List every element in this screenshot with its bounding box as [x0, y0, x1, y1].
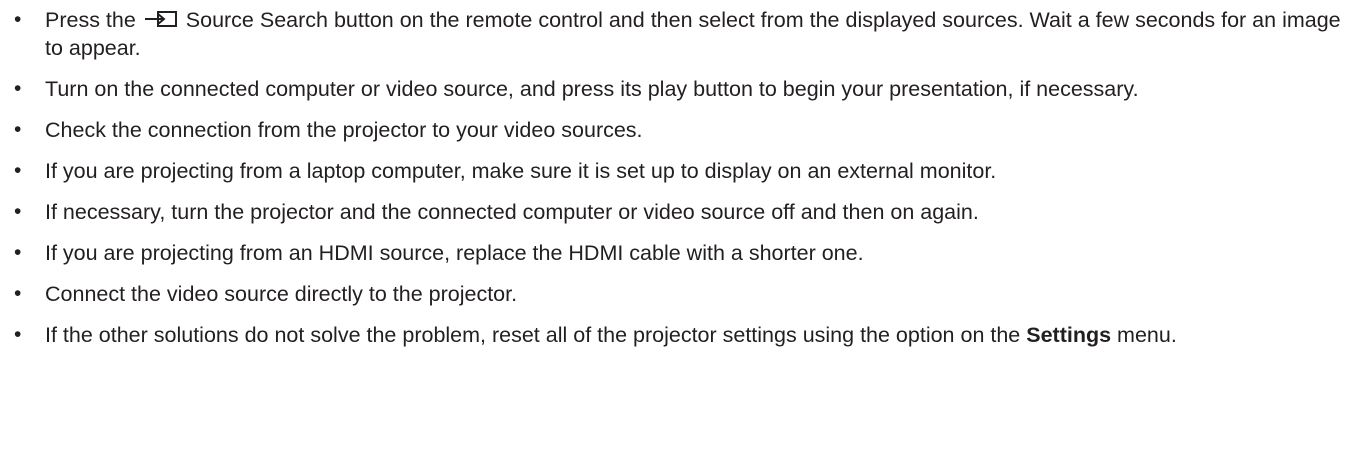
item-text: Check the connection from the projector …	[45, 118, 643, 142]
bullet: •	[14, 8, 22, 31]
bullet: •	[14, 200, 22, 223]
item-text: If necessary, turn the projector and the…	[45, 200, 979, 224]
settings-menu-name: Settings	[1026, 323, 1112, 347]
list-item: • Turn on the connected computer or vide…	[0, 75, 1363, 103]
troubleshooting-list: • Press the Source Search button on the …	[0, 6, 1363, 349]
list-item: • If you are projecting from a laptop co…	[0, 157, 1363, 185]
item-text-tail: menu.	[1111, 323, 1177, 347]
source-search-icon	[144, 11, 177, 27]
list-item: • If the other solutions do not solve th…	[0, 321, 1363, 349]
item-text: If you are projecting from a laptop comp…	[45, 159, 997, 183]
list-item: • If necessary, turn the projector and t…	[0, 198, 1363, 226]
bullet: •	[14, 159, 22, 182]
item-text: Connect the video source directly to the…	[45, 282, 518, 306]
bullet: •	[14, 282, 22, 305]
bullet: •	[14, 77, 22, 100]
item-text: If the other solutions do not solve the …	[45, 323, 1027, 347]
list-item: • Press the Source Search button on the …	[0, 6, 1363, 62]
list-item: • Connect the video source directly to t…	[0, 280, 1363, 308]
item-text: Turn on the connected computer or video …	[45, 77, 1139, 101]
bullet: •	[14, 118, 22, 141]
list-item: • If you are projecting from an HDMI sou…	[0, 239, 1363, 267]
bullet: •	[14, 241, 22, 264]
list-item: • Check the connection from the projecto…	[0, 116, 1363, 144]
item-text: If you are projecting from an HDMI sourc…	[45, 241, 864, 265]
bullet: •	[14, 323, 22, 346]
item-text-after-icon: Source Search button on the remote contr…	[45, 8, 1341, 60]
item-text-before-icon: Press the	[45, 8, 142, 32]
